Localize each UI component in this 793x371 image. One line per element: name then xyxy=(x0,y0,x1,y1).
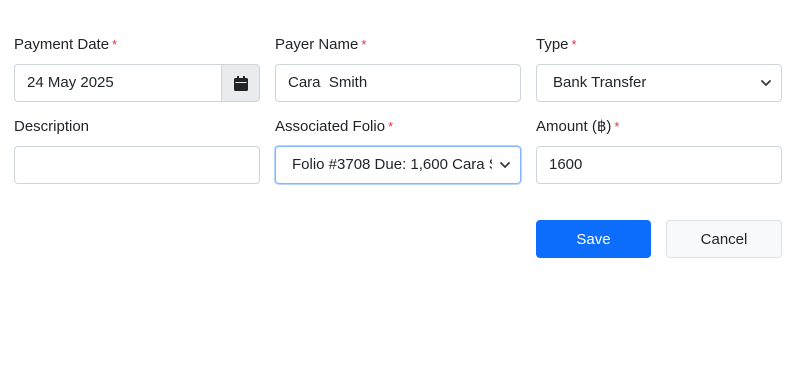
required-mark: * xyxy=(614,119,620,134)
cancel-button[interactable]: Cancel xyxy=(666,220,782,258)
form-row-1: Payment Date * 24 May 2025 Payer Name * Ca… xyxy=(14,34,782,102)
chevron-down-icon xyxy=(500,162,510,168)
save-button[interactable]: Save xyxy=(536,220,651,258)
description-label: Description xyxy=(14,118,90,135)
type-label: Type * xyxy=(536,36,577,53)
amount-input[interactable]: 1600 xyxy=(536,146,782,184)
payment-date-field: Payment Date * 24 May 2025 xyxy=(14,34,260,102)
type-select[interactable]: Bank Transfer xyxy=(536,64,782,102)
form-actions: Save Cancel xyxy=(536,220,782,258)
calendar-icon xyxy=(233,75,248,91)
description-input[interactable] xyxy=(14,146,260,184)
date-picker-button[interactable] xyxy=(221,64,260,102)
description-field: Description xyxy=(14,116,260,184)
chevron-down-icon xyxy=(761,80,771,86)
required-mark: * xyxy=(388,119,394,134)
amount-label: Amount (฿) * xyxy=(536,118,620,135)
payment-date-input[interactable]: 24 May 2025 xyxy=(14,64,221,102)
amount-field: Amount (฿) * 1600 xyxy=(536,116,782,184)
type-field: Type * Bank Transfer xyxy=(536,34,782,102)
payer-name-input[interactable]: Cara Smith xyxy=(275,64,521,102)
payment-form: Payment Date * 24 May 2025 Payer Name * Ca… xyxy=(14,34,782,184)
payer-name-label: Payer Name * xyxy=(275,36,367,53)
payer-name-field: Payer Name * Cara Smith xyxy=(275,34,521,102)
associated-folio-select[interactable]: Folio #3708 Due: 1,600 Cara Sr xyxy=(275,146,521,184)
associated-folio-field: Associated Folio * Folio #3708 Due: 1,600… xyxy=(275,116,521,184)
form-row-2: Description Associated Folio * Folio #370… xyxy=(14,116,782,184)
payment-date-group: 24 May 2025 xyxy=(14,64,260,102)
required-mark: * xyxy=(112,37,118,52)
payment-date-label: Payment Date * xyxy=(14,36,118,53)
required-mark: * xyxy=(571,37,577,52)
required-mark: * xyxy=(361,37,367,52)
associated-folio-label: Associated Folio * xyxy=(275,118,394,135)
